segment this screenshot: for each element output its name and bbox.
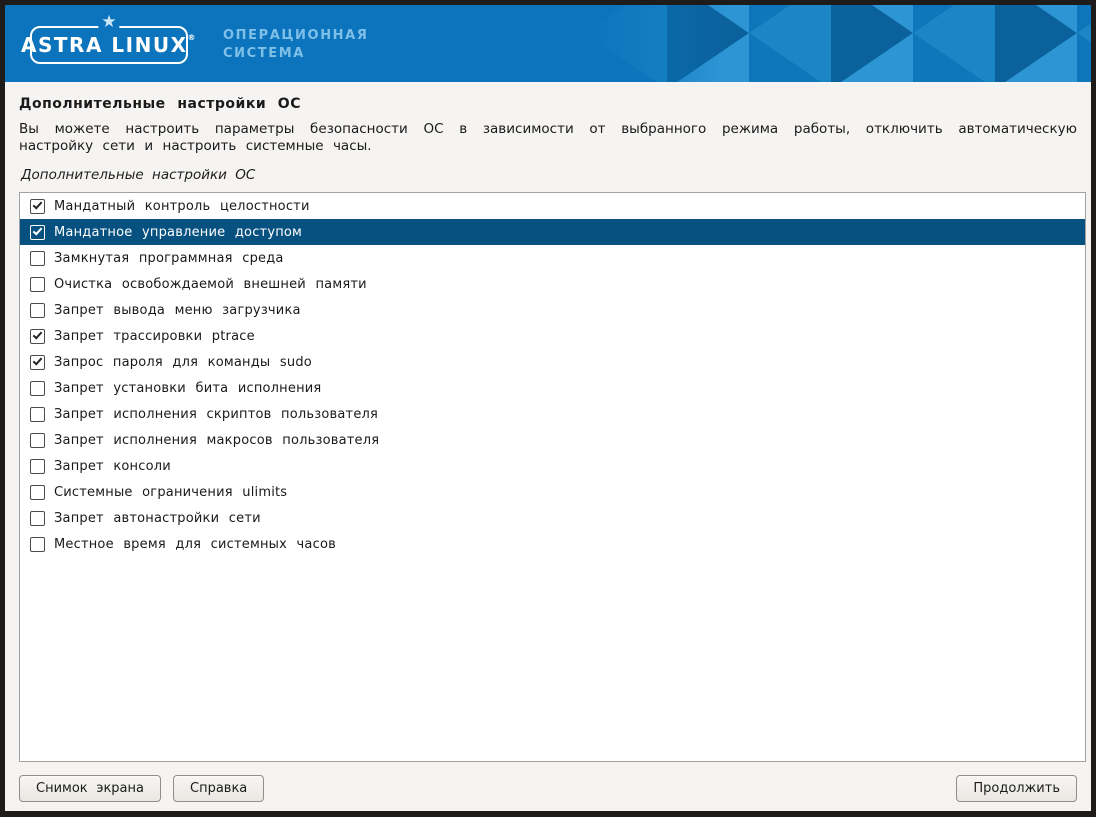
checkbox[interactable]	[30, 303, 45, 318]
help-button[interactable]: Справка	[173, 775, 264, 802]
astra-linux-logo: ★ ASTRA LINUX®	[30, 26, 188, 64]
option-label: Очистка освобождаемой внешней памяти	[54, 277, 367, 292]
checkmark-icon	[33, 329, 43, 339]
option-row[interactable]: Замкнутая программная среда	[20, 245, 1085, 271]
checkbox[interactable]	[30, 381, 45, 396]
options-list-label: Дополнительные настройки ОС	[21, 167, 1077, 183]
option-row[interactable]: Запрет вывода меню загрузчика	[20, 297, 1085, 323]
header-banner: ★ ASTRA LINUX® ОПЕРАЦИОННАЯ СИСТЕМА	[5, 5, 1091, 82]
option-row[interactable]: Запрет исполнения макросов пользователя	[20, 427, 1085, 453]
option-label: Системные ограничения ulimits	[54, 485, 287, 500]
option-row[interactable]: Очистка освобождаемой внешней памяти	[20, 271, 1085, 297]
option-label: Запрет трассировки ptrace	[54, 329, 255, 344]
brand-line-2: СИСТЕМА	[223, 45, 368, 63]
option-label: Запрет исполнения скриптов пользователя	[54, 407, 378, 422]
checkbox[interactable]	[30, 459, 45, 474]
checkbox[interactable]	[30, 485, 45, 500]
option-label: Мандатное управление доступом	[54, 225, 302, 240]
option-label: Замкнутая программная среда	[54, 251, 284, 266]
option-label: Запрет установки бита исполнения	[54, 381, 321, 396]
option-row[interactable]: Местное время для системных часов	[20, 531, 1085, 557]
logo-text: ASTRA LINUX®	[21, 33, 197, 57]
checkbox[interactable]	[30, 199, 45, 214]
registered-mark: ®	[187, 33, 197, 42]
checkbox[interactable]	[30, 407, 45, 422]
option-row[interactable]: Системные ограничения ulimits	[20, 479, 1085, 505]
option-row[interactable]: Запрет исполнения скриптов пользователя	[20, 401, 1085, 427]
screenshot-button[interactable]: Снимок экрана	[19, 775, 161, 802]
option-row[interactable]: Мандатный контроль целостности	[20, 193, 1085, 219]
option-row[interactable]: Запрет трассировки ptrace	[20, 323, 1085, 349]
main-content: Дополнительные настройки ОС Вы можете на…	[5, 82, 1091, 811]
checkbox[interactable]	[30, 537, 45, 552]
checkbox[interactable]	[30, 277, 45, 292]
options-list: Мандатный контроль целостности Мандатное…	[19, 192, 1086, 762]
checkbox[interactable]	[30, 225, 45, 240]
brand-caption: ОПЕРАЦИОННАЯ СИСТЕМА	[223, 27, 368, 63]
header-geometric-pattern	[585, 5, 1091, 82]
checkbox[interactable]	[30, 329, 45, 344]
option-row[interactable]: Запрет установки бита исполнения	[20, 375, 1085, 401]
page-title: Дополнительные настройки ОС	[5, 82, 1091, 112]
star-icon: ★	[98, 14, 119, 31]
checkbox[interactable]	[30, 251, 45, 266]
page-description: Вы можете настроить параметры безопаснос…	[19, 121, 1077, 155]
option-label: Запрос пароля для команды sudo	[54, 355, 312, 370]
option-row[interactable]: Мандатное управление доступом	[20, 219, 1085, 245]
checkmark-icon	[33, 355, 43, 365]
option-row[interactable]: Запрет автонастройки сети	[20, 505, 1085, 531]
option-label: Местное время для системных часов	[54, 537, 336, 552]
continue-button[interactable]: Продолжить	[956, 775, 1077, 802]
option-label: Мандатный контроль целостности	[54, 199, 310, 214]
option-label: Запрет исполнения макросов пользователя	[54, 433, 379, 448]
option-label: Запрет автонастройки сети	[54, 511, 261, 526]
option-row[interactable]: Запрет консоли	[20, 453, 1085, 479]
brand-line-1: ОПЕРАЦИОННАЯ	[223, 27, 368, 45]
option-row[interactable]: Запрос пароля для команды sudo	[20, 349, 1085, 375]
checkbox[interactable]	[30, 355, 45, 370]
checkbox[interactable]	[30, 433, 45, 448]
checkmark-icon	[33, 199, 43, 209]
installer-window: ★ ASTRA LINUX® ОПЕРАЦИОННАЯ СИСТЕМА Допо…	[0, 0, 1096, 817]
checkbox[interactable]	[30, 511, 45, 526]
option-label: Запрет консоли	[54, 459, 171, 474]
option-label: Запрет вывода меню загрузчика	[54, 303, 301, 318]
footer-buttons: Снимок экрана Справка Продолжить	[19, 774, 1077, 802]
checkmark-icon	[33, 225, 43, 235]
